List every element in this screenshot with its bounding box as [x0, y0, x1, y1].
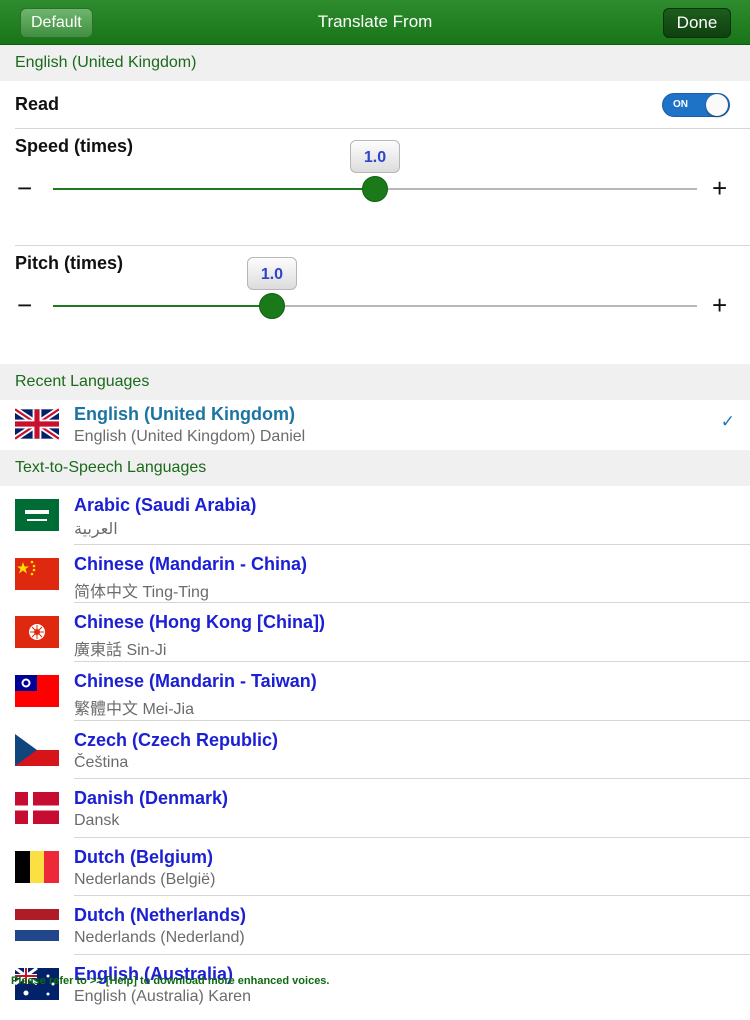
nav-bar: Translate From Default Done: [0, 0, 750, 45]
pitch-decrease-button[interactable]: −: [17, 292, 32, 318]
help-footer-note: Please refer to >> [Help] to download mo…: [11, 975, 330, 987]
tw-flag-icon: [15, 675, 59, 707]
nav-title: Translate From: [317, 12, 433, 31]
language-voice: 简体中文 Ting-Ting: [74, 584, 209, 601]
pitch-value-bubble: 1.0: [246, 257, 297, 290]
language-name: Chinese (Mandarin - Taiwan): [74, 671, 317, 691]
be-flag-icon: [15, 851, 59, 883]
speed-slider-fill: [53, 188, 375, 190]
language-name: Arabic (Saudi Arabia): [74, 495, 257, 515]
cz-flag-icon: [15, 734, 59, 766]
divider: [74, 837, 750, 838]
read-label: Read: [15, 94, 60, 114]
dk-flag-icon: [15, 792, 59, 824]
divider: [74, 602, 750, 603]
language-voice: Nederlands (Nederland): [74, 929, 245, 946]
language-voice: English (Australia) Karen: [74, 988, 251, 1005]
nl-flag-icon: [15, 909, 59, 941]
language-name: Czech (Czech Republic): [74, 730, 279, 750]
divider: [15, 128, 750, 129]
language-name: Dutch (Netherlands): [74, 905, 247, 925]
divider: [74, 544, 750, 545]
toggle-on-label: ON: [673, 99, 688, 110]
divider: [74, 661, 750, 662]
language-voice: 廣東話 Sin-Ji: [74, 642, 167, 659]
language-item-english-australia[interactable]: English (Australia) English (Australia) …: [0, 962, 750, 1020]
recent-language-name: English (United Kingdom): [74, 404, 295, 424]
uk-flag-icon: [15, 408, 59, 440]
language-item-chinese-hong-kong[interactable]: Chinese (Hong Kong [China]) 廣東話 Sin-Ji: [0, 610, 750, 668]
pitch-increase-button[interactable]: +: [712, 292, 727, 318]
divider: [74, 778, 750, 779]
language-item-danish[interactable]: Danish (Denmark) Dansk: [0, 786, 750, 844]
speed-slider-thumb[interactable]: [362, 176, 388, 202]
language-name: Chinese (Mandarin - China): [74, 554, 308, 574]
checkmark-icon: ✓: [720, 412, 735, 431]
recent-language-item[interactable]: English (United Kingdom) English (United…: [0, 400, 750, 450]
language-item-chinese-taiwan[interactable]: Chinese (Mandarin - Taiwan) 繁體中文 Mei-Jia: [0, 669, 750, 727]
divider: [74, 720, 750, 721]
recent-languages-header: Recent Languages: [0, 364, 750, 400]
pitch-slider-fill: [53, 305, 272, 307]
divider: [15, 245, 750, 246]
hk-flag-icon: [15, 616, 59, 648]
speed-value-bubble: 1.0: [350, 140, 400, 173]
language-voice: Nederlands (België): [74, 871, 216, 888]
language-voice: Čeština: [74, 754, 129, 771]
language-name: Chinese (Hong Kong [China]): [74, 612, 325, 632]
sa-flag-icon: [15, 499, 59, 531]
pitch-label: Pitch (times): [15, 253, 124, 273]
speed-increase-button[interactable]: +: [712, 175, 727, 201]
pitch-slider-thumb[interactable]: [258, 293, 285, 319]
language-item-dutch-netherlands[interactable]: Dutch (Netherlands) Nederlands (Nederlan…: [0, 903, 750, 961]
speed-decrease-button[interactable]: −: [17, 175, 32, 201]
language-name: Dutch (Belgium): [74, 847, 213, 867]
toggle-knob: [706, 94, 728, 116]
language-item-arabic[interactable]: Arabic (Saudi Arabia) العربية: [0, 493, 750, 551]
current-language-header: English (United Kingdom): [0, 45, 750, 81]
done-button[interactable]: Done: [663, 8, 731, 38]
divider: [74, 895, 750, 896]
language-voice: 繁體中文 Mei-Jia: [74, 701, 195, 718]
language-voice: Dansk: [74, 812, 120, 829]
language-name: Danish (Denmark): [74, 788, 229, 808]
speed-label: Speed (times): [15, 136, 134, 156]
recent-language-voice: English (United Kingdom) Daniel: [74, 428, 306, 445]
divider: [74, 954, 750, 955]
read-toggle[interactable]: ON: [662, 93, 730, 117]
tts-languages-header: Text-to-Speech Languages: [0, 450, 750, 486]
default-button[interactable]: Default: [20, 8, 93, 38]
cn-flag-icon: [15, 558, 59, 590]
language-voice: العربية: [74, 521, 118, 538]
